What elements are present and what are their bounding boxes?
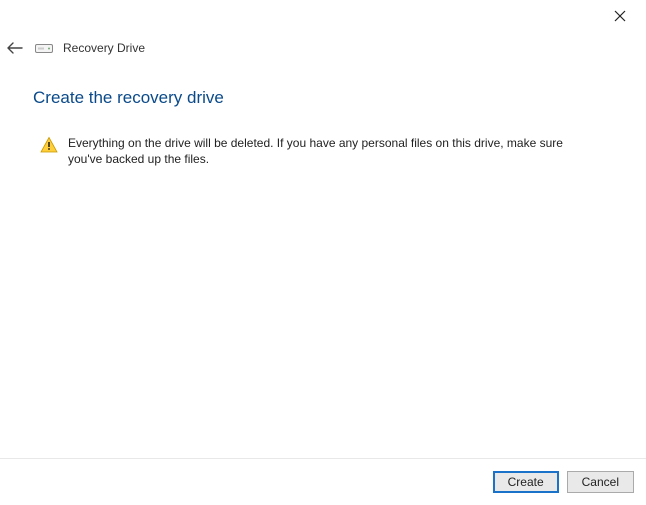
create-button[interactable]: Create xyxy=(493,471,559,493)
button-row: Create Cancel xyxy=(493,471,634,493)
back-arrow-icon xyxy=(7,41,23,55)
header-row: Recovery Drive xyxy=(5,38,145,58)
back-button[interactable] xyxy=(5,38,25,58)
window-title: Recovery Drive xyxy=(63,41,145,55)
page-heading: Create the recovery drive xyxy=(33,88,224,108)
title-bar xyxy=(600,0,646,28)
drive-icon xyxy=(35,41,53,55)
warning-block: Everything on the drive will be deleted.… xyxy=(40,135,616,167)
warning-text: Everything on the drive will be deleted.… xyxy=(68,135,598,167)
close-button[interactable] xyxy=(600,4,640,28)
footer-divider xyxy=(0,458,646,459)
warning-icon xyxy=(40,136,58,154)
cancel-button[interactable]: Cancel xyxy=(567,471,634,493)
close-icon xyxy=(614,10,626,22)
